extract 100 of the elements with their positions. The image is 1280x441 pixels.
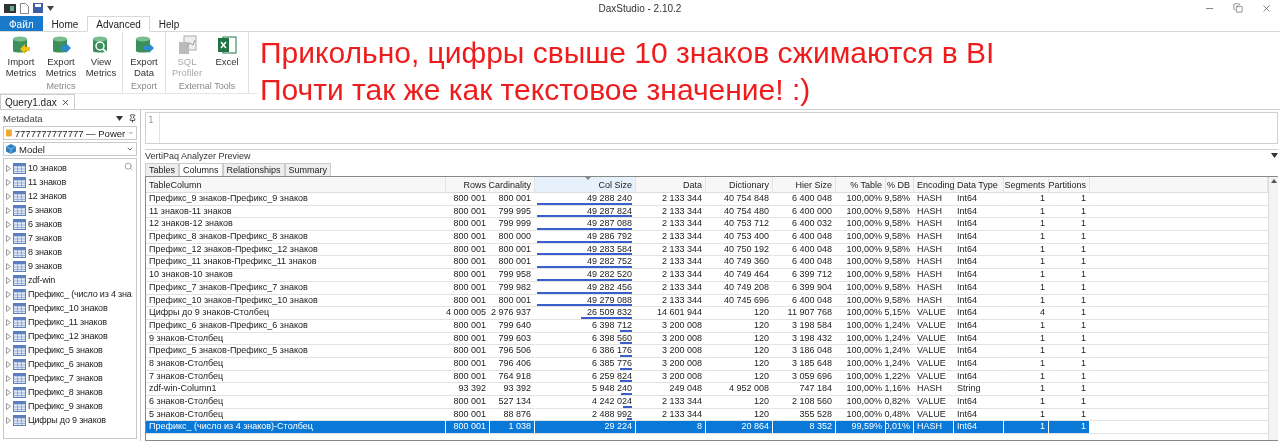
tab[interactable]: Columns [179, 163, 223, 176]
table-cell: 6 400 048 [773, 256, 836, 270]
dropdown-arrow-icon[interactable] [47, 5, 54, 11]
table-name[interactable]: 8 знаков [28, 247, 62, 257]
column-header[interactable]: % DB [886, 177, 914, 193]
table-name[interactable]: 6 знаков [28, 219, 62, 229]
app-icon [4, 2, 16, 14]
model-dropdown[interactable]: Model [3, 142, 137, 156]
table-cell: 249 048 [636, 383, 706, 396]
table-name[interactable]: 7 знаков [28, 233, 62, 243]
table-cell: 800 001 [490, 256, 535, 270]
column-header[interactable]: Hier Size [773, 177, 836, 193]
table-cell: 1 [1049, 218, 1090, 232]
table-cell: 100,00% [836, 256, 886, 270]
column-header[interactable]: Partitions [1049, 177, 1090, 193]
table-icon [13, 358, 26, 370]
search-icon[interactable] [124, 162, 133, 171]
table-cell: 6 знаков-Столбец [146, 396, 446, 409]
table-cell: Int64 [954, 256, 1004, 270]
table-name[interactable]: Префикс_ (число из 4 зна [28, 289, 132, 299]
table-cell: 1 [1049, 231, 1090, 244]
cube-icon [6, 144, 16, 154]
column-header[interactable]: Rows [446, 177, 490, 193]
table-cell: zdf-win-Column1 [146, 383, 446, 396]
file-menu-tab[interactable]: Файл [0, 16, 43, 31]
restore-icon[interactable] [1233, 2, 1243, 13]
table-name[interactable]: Префикс_8 знаков [28, 387, 103, 397]
column-header[interactable]: Data Type [954, 177, 1004, 193]
save-icon[interactable] [33, 3, 43, 13]
table-name[interactable]: zdf-win [28, 275, 56, 285]
table-name[interactable]: Префикс_9 знаков [28, 401, 103, 411]
document-tab[interactable]: Query1.dax [0, 94, 75, 109]
line-number: 1 [146, 113, 160, 143]
table-cell: 40 753 400 [706, 231, 773, 244]
table-cell: 1 [1004, 269, 1049, 282]
table-cell: 4 000 005 [446, 307, 490, 320]
table-name[interactable]: Префикс_11 знаков [28, 317, 107, 327]
column-header[interactable]: TableColumn [146, 177, 446, 193]
table-cell: 6 400 032 [773, 218, 836, 232]
table-name[interactable]: Префикс_5 знаков [28, 345, 103, 355]
table-cell: 4 [1004, 307, 1049, 320]
column-header[interactable]: Data [636, 177, 706, 193]
table-name[interactable]: 9 знаков [28, 261, 62, 271]
table-cell: 29 224 [535, 421, 636, 435]
table-cell: 800 001 [446, 269, 490, 282]
table-name[interactable]: 5 знаков [28, 205, 62, 215]
table-cell: 2 133 344 [636, 231, 706, 244]
table-cell: 93 392 [446, 383, 490, 396]
dropdown-arrow-icon[interactable] [116, 115, 123, 121]
table-name[interactable]: Префикс_12 знаков [28, 331, 108, 341]
table-cell: 100,00% [836, 193, 886, 206]
table-name[interactable]: Префикс_6 знаков [28, 359, 103, 369]
table-cell: 100,00% [836, 396, 886, 409]
table-cell: 1 [1004, 231, 1049, 244]
ribbon-button[interactable]: Import Metrics [2, 34, 40, 82]
column-header[interactable]: Segments [1004, 177, 1049, 193]
new-file-icon[interactable] [20, 2, 29, 14]
table-icon [13, 204, 26, 216]
table-cell: 796 506 [490, 345, 535, 358]
close-icon[interactable] [1261, 2, 1272, 14]
ribbon-button[interactable]: Export Metrics [42, 34, 80, 82]
database-icon [6, 128, 12, 138]
table-cell: 800 000 [490, 231, 535, 244]
table-name[interactable]: 10 знаков [28, 163, 67, 173]
table-cell: 6 400 048 [773, 193, 836, 206]
table-cell: 8 [636, 421, 706, 435]
ribbon-group-label: Export [131, 81, 157, 94]
table-icon [13, 372, 26, 384]
table-cell: 1 [1049, 193, 1090, 206]
table-name[interactable]: Префикс_10 знаков [28, 303, 108, 313]
scroll-up-icon[interactable] [1270, 179, 1277, 183]
pin-icon[interactable] [128, 113, 137, 123]
table-cell: 800 001 [446, 396, 490, 409]
table-name[interactable]: 11 знаков [28, 177, 66, 187]
table-name[interactable]: Цифры до 9 знаков [28, 415, 106, 425]
ribbon-button[interactable]: Excel [208, 34, 246, 82]
table-cell: HASH [914, 383, 954, 396]
close-icon[interactable] [60, 97, 70, 107]
column-header[interactable]: Dictionary [706, 177, 773, 193]
tab[interactable]: Summary [284, 163, 332, 176]
table-cell: 4 952 008 [706, 383, 773, 396]
column-header[interactable]: Col Size [535, 177, 636, 193]
column-header[interactable]: Encoding [914, 177, 954, 193]
tab[interactable]: Tables [145, 163, 179, 176]
tab[interactable]: Relationships [222, 163, 285, 176]
table-icon [13, 176, 26, 188]
table-name[interactable]: 12 знаков [28, 191, 67, 201]
connection-dropdown[interactable]: 7777777777777 — Power [3, 126, 137, 140]
ribbon-button[interactable]: Export Data [125, 34, 163, 82]
dropdown-arrow-icon[interactable] [1271, 153, 1278, 158]
table-name[interactable]: Префикс_7 знаков [28, 373, 103, 383]
table-cell: 10 знаков-10 знаков [146, 269, 446, 282]
table-cell: 40 749 464 [706, 269, 773, 282]
column-header[interactable]: Cardinality [490, 177, 535, 193]
column-header[interactable]: % Table [836, 177, 886, 193]
ribbon-button[interactable]: View Metrics [82, 34, 120, 82]
ribbon-tab[interactable]: Advanced [87, 16, 150, 32]
table-cell: 2 133 344 [636, 193, 706, 206]
table-cell: 1 [1049, 345, 1090, 358]
table-cell: 0,82% [886, 396, 914, 409]
